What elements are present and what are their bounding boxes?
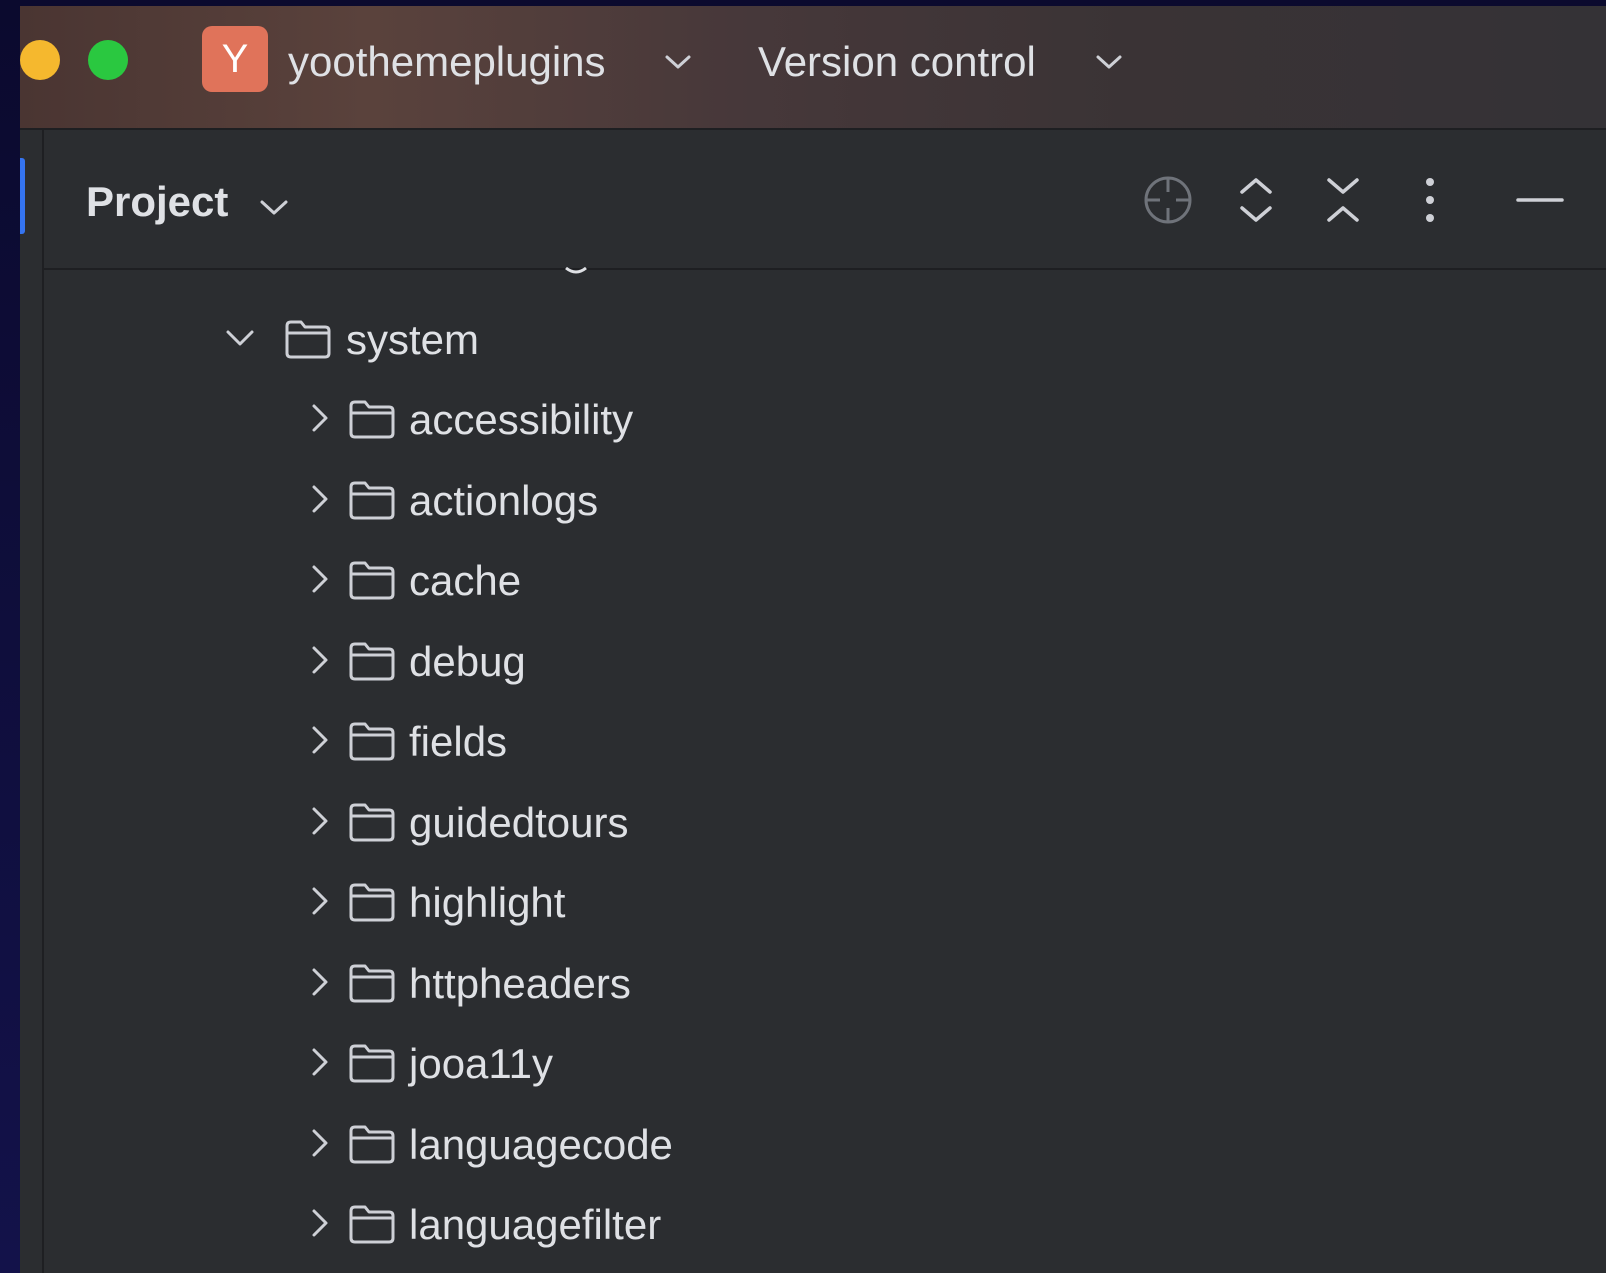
tree-row-highlight[interactable]: highlight	[44, 861, 1606, 941]
tree-row-accessibility[interactable]: accessibility	[44, 378, 1606, 458]
folder-icon	[349, 1044, 395, 1083]
chevron-right-icon[interactable]	[302, 1044, 338, 1080]
chevron-right-icon[interactable]	[302, 803, 338, 839]
title-bar: Y yoothemeplugins Version control	[20, 6, 1606, 130]
tree-row-guidedtours[interactable]: guidedtours	[44, 781, 1606, 861]
chevron-down-icon[interactable]	[1095, 52, 1123, 72]
tree-row-cache[interactable]: cache	[44, 539, 1606, 619]
tree-row-languagecode[interactable]: languagecode	[44, 1103, 1606, 1183]
project-tree: system accessibility actionlogs cache debug…	[44, 266, 1606, 1273]
tree-row-fields[interactable]: fields	[44, 700, 1606, 780]
expand-all-icon[interactable]	[1230, 174, 1282, 226]
chevron-right-icon[interactable]	[302, 1205, 338, 1241]
chevron-down-icon[interactable]	[222, 320, 258, 356]
tree-row-label: fields	[409, 718, 508, 765]
folder-icon	[349, 561, 395, 600]
folder-icon	[349, 803, 395, 841]
tree-row-label: languagecode	[409, 1120, 673, 1168]
tree-row-httpheaders[interactable]: httpheaders	[44, 942, 1606, 1022]
tree-row-label: actionlogs	[409, 476, 599, 524]
folder-icon	[349, 964, 395, 1002]
panel-title[interactable]: Project	[86, 178, 228, 226]
tree-row-languagefilter[interactable]: languagefilter	[44, 1183, 1606, 1263]
ide-window: Y yoothemeplugins Version control Projec…	[20, 6, 1606, 1273]
clipped-row-fragment	[565, 266, 587, 274]
minimize-icon[interactable]	[1514, 174, 1566, 226]
version-control-menu[interactable]: Version control	[758, 38, 1036, 86]
locate-icon[interactable]	[1142, 174, 1194, 226]
chevron-right-icon[interactable]	[302, 642, 338, 678]
folder-icon	[349, 883, 395, 922]
folder-icon	[349, 481, 395, 519]
tree-row-label: jooa11y	[409, 1040, 554, 1087]
chevron-right-icon[interactable]	[302, 722, 338, 758]
tree-row-label: guidedtours	[409, 798, 629, 846]
folder-icon	[349, 642, 395, 680]
minimize-window-button[interactable]	[20, 40, 60, 80]
zoom-window-button[interactable]	[88, 40, 128, 80]
folder-icon	[349, 1125, 395, 1163]
project-badge[interactable]: Y	[202, 26, 268, 92]
tree-row-label: httpheaders	[409, 959, 631, 1007]
chevron-right-icon[interactable]	[302, 400, 338, 436]
tree-row-actionlogs[interactable]: actionlogs	[44, 459, 1606, 539]
project-switcher[interactable]: yoothemeplugins	[288, 38, 606, 86]
chevron-down-icon[interactable]	[664, 52, 692, 72]
tree-row-system[interactable]: system	[44, 298, 1606, 378]
more-options-icon[interactable]	[1404, 174, 1456, 226]
folder-icon	[285, 320, 331, 359]
chevron-right-icon[interactable]	[302, 561, 338, 597]
tree-row-debug[interactable]: debug	[44, 620, 1606, 700]
folder-icon	[349, 1205, 395, 1244]
tree-row-label: system	[346, 316, 480, 363]
chevron-down-icon[interactable]	[258, 196, 290, 218]
project-panel-header: Project	[44, 130, 1606, 270]
folder-icon	[349, 400, 395, 439]
tool-window-strip	[20, 130, 44, 1273]
tree-row-label: highlight	[409, 879, 566, 926]
collapse-all-icon[interactable]	[1317, 174, 1369, 226]
tree-row-label: languagefilter	[409, 1201, 662, 1248]
chevron-right-icon[interactable]	[302, 883, 338, 919]
tree-row-label: debug	[409, 637, 526, 685]
tree-row-jooa11y[interactable]: jooa11y	[44, 1022, 1606, 1102]
folder-icon	[349, 722, 395, 761]
chevron-right-icon[interactable]	[302, 1125, 338, 1161]
tree-row-label: cache	[409, 557, 522, 604]
active-tool-indicator	[20, 158, 25, 234]
tree-row-label: accessibility	[409, 396, 634, 443]
chevron-right-icon[interactable]	[302, 964, 338, 1000]
chevron-right-icon[interactable]	[302, 481, 338, 517]
